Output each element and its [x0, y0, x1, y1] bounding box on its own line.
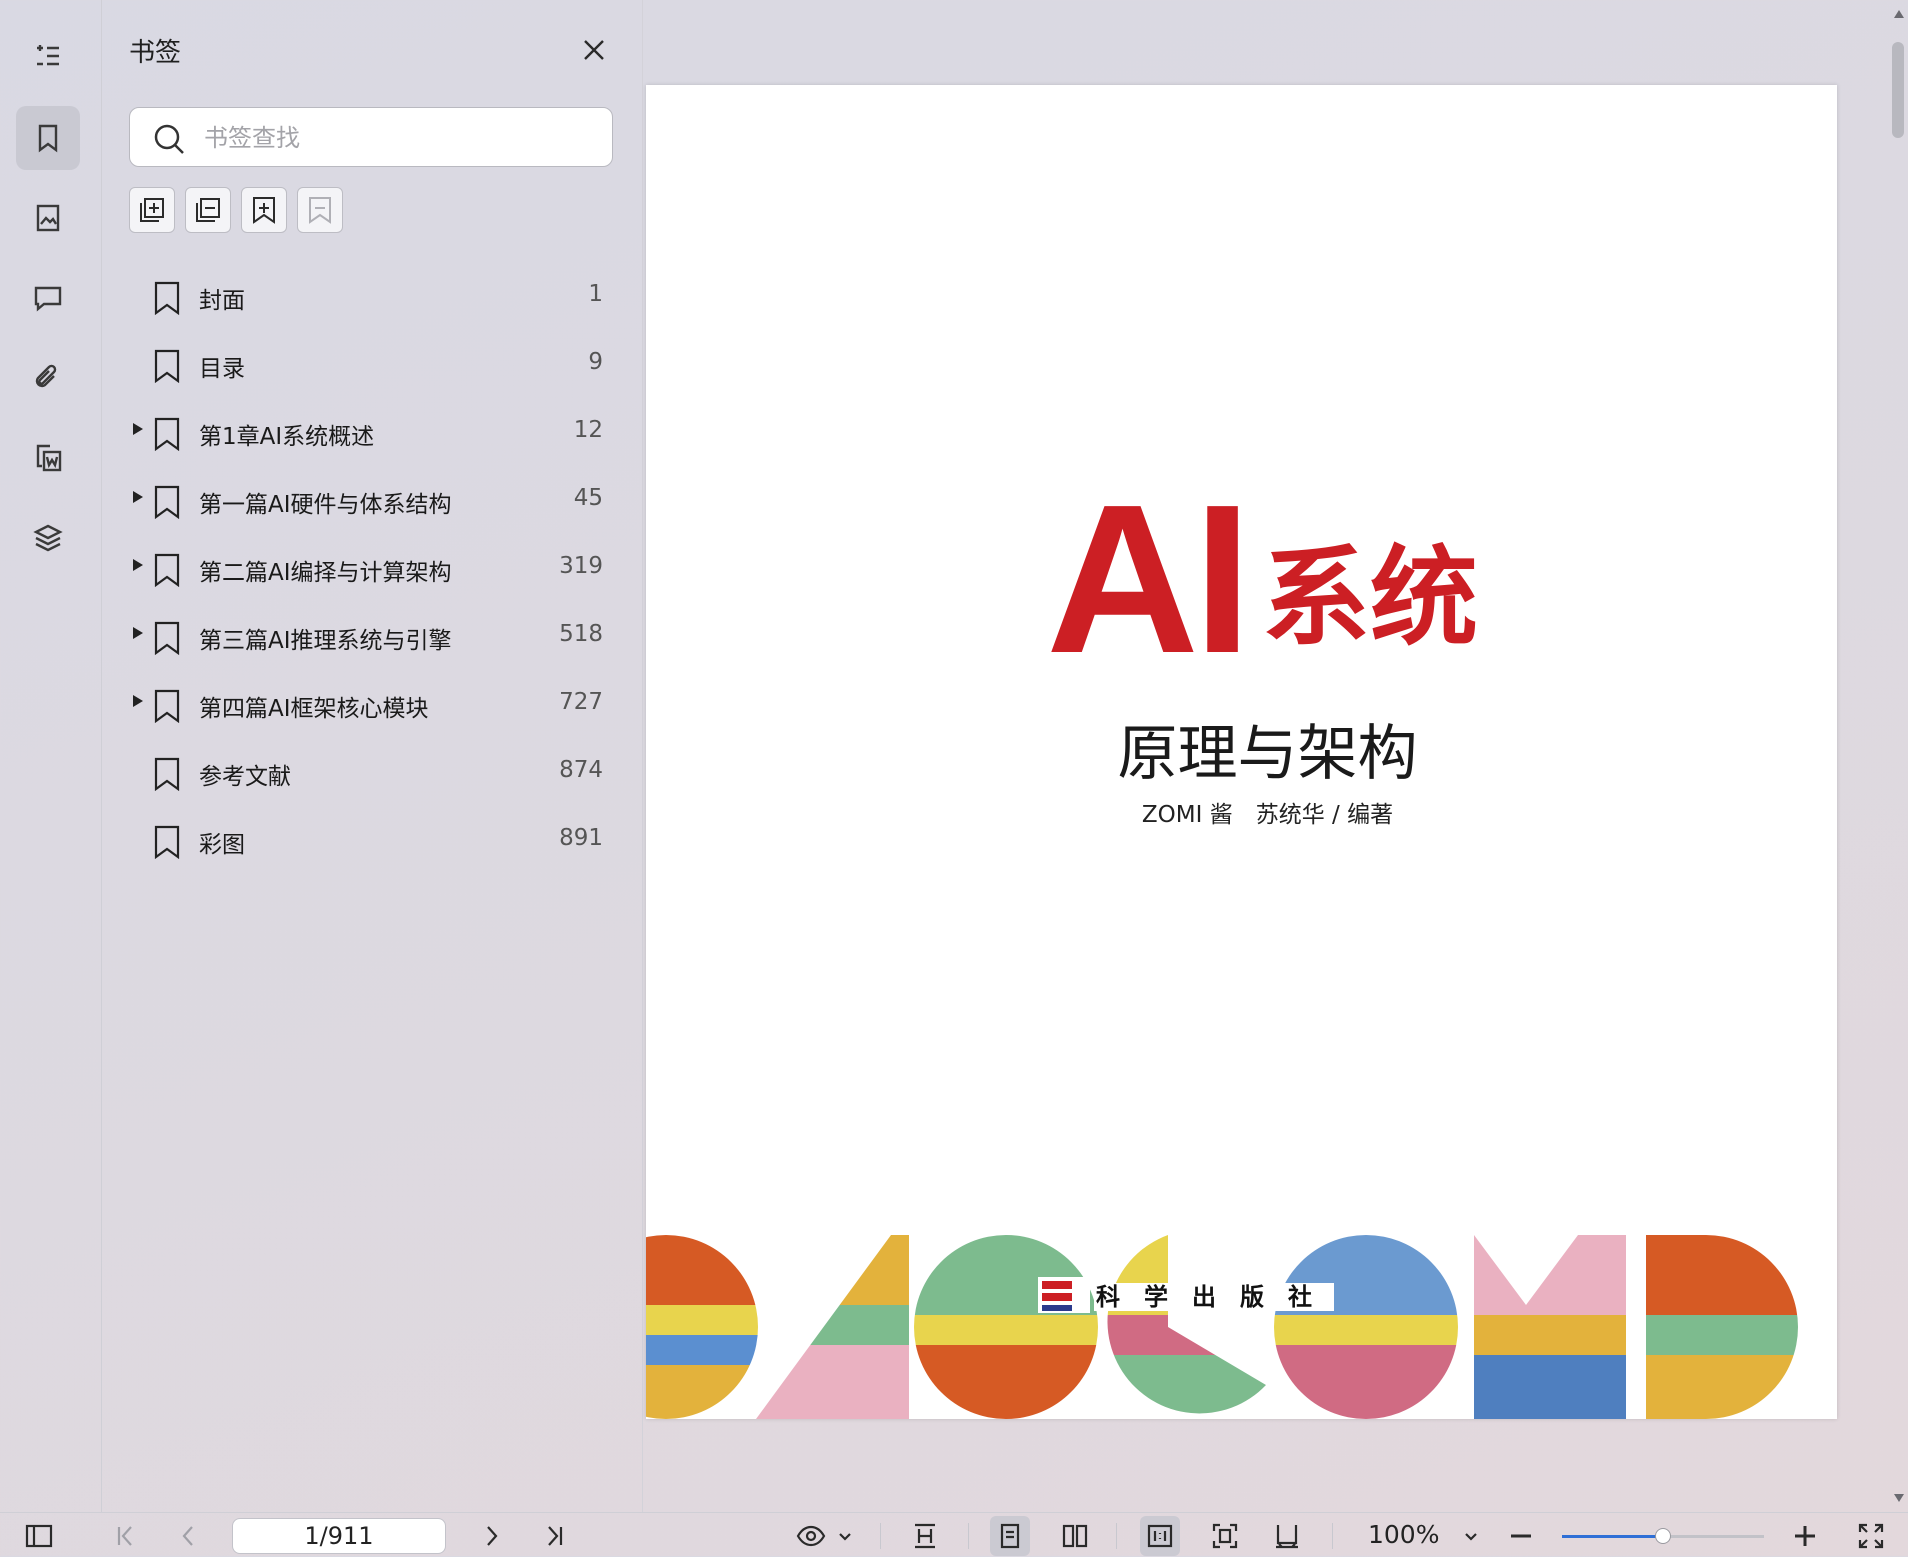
bookmark-item-icon — [153, 417, 181, 452]
expand-arrow-icon[interactable] — [133, 695, 143, 707]
bookmark-item[interactable]: 封面 1 — [129, 269, 615, 325]
single-page-icon[interactable] — [990, 1516, 1030, 1556]
bookmark-page-number: 12 — [573, 417, 603, 443]
scroll-up-icon[interactable] — [1894, 10, 1904, 18]
sidebar-toggle-icon[interactable] — [24, 1521, 54, 1551]
bookmark-label: 第四篇AI框架核心模块 — [199, 696, 429, 722]
fullscreen-icon[interactable] — [1856, 1521, 1886, 1551]
expand-arrow-icon[interactable] — [133, 627, 143, 639]
panel-title: 书签 — [129, 38, 182, 68]
pdf-page[interactable]: AI 系统 原理与架构 ZOMI 酱 苏统华 / 编著 科 学 出 版 社 — [646, 85, 1837, 1419]
bookmark-label: 彩图 — [199, 832, 245, 858]
vertical-scrollbar[interactable] — [1888, 0, 1908, 1512]
cover-subtitle: 原理与架构 — [1117, 719, 1418, 789]
collapse-all-icon — [196, 198, 220, 222]
zoom-in-icon[interactable] — [1790, 1521, 1820, 1551]
bookmark-item[interactable]: 第二篇AI编择与计算架构 319 — [129, 541, 615, 597]
bookmark-item-icon — [153, 825, 181, 860]
expand-all-icon — [140, 198, 164, 222]
collapse-all-button[interactable] — [185, 187, 231, 233]
bookmark-label: 第一篇AI硬件与体系结构 — [199, 492, 452, 518]
expand-arrow-icon[interactable] — [133, 491, 143, 503]
last-page-icon[interactable] — [540, 1521, 570, 1551]
bookmark-item[interactable]: 彩图 891 — [129, 813, 615, 869]
search-icon — [154, 124, 184, 154]
bookmark-item-icon — [153, 485, 181, 520]
zoom-slider[interactable] — [1562, 1528, 1764, 1544]
bookmark-page-number: 319 — [559, 553, 603, 579]
expand-all-button[interactable] — [129, 187, 175, 233]
bookmark-label: 目录 — [199, 356, 245, 382]
bookmark-page-number: 874 — [559, 757, 603, 783]
continuous-scroll-icon[interactable] — [910, 1521, 940, 1551]
layers-icon[interactable] — [16, 506, 80, 570]
bottom-toolbar: 1/911 100% — [0, 1512, 1908, 1557]
bookmark-page-number: 45 — [573, 485, 603, 511]
bookmark-page-number: 727 — [559, 689, 603, 715]
cover-authors: ZOMI 酱 苏统华 / 编著 — [1141, 802, 1394, 828]
comment-icon[interactable] — [16, 266, 80, 330]
zoom-level[interactable]: 100% — [1368, 1520, 1439, 1549]
left-rail — [0, 0, 102, 1512]
view-mode-dropdown-icon[interactable] — [830, 1521, 851, 1551]
bookmark-item-icon — [153, 689, 181, 724]
outline-icon[interactable] — [16, 24, 80, 88]
bookmark-page-number: 518 — [559, 621, 603, 647]
two-page-icon[interactable] — [1060, 1521, 1090, 1551]
bookmark-item[interactable]: 第三篇AI推理系统与引擎 518 — [129, 609, 615, 665]
fit-width-icon[interactable] — [1272, 1521, 1302, 1551]
scroll-down-icon[interactable] — [1894, 1494, 1904, 1502]
bookmark-item-icon — [153, 621, 181, 656]
bookmark-label: 封面 — [199, 288, 245, 314]
zoom-slider-knob[interactable] — [1655, 1528, 1671, 1544]
attachment-icon[interactable] — [16, 346, 80, 410]
bookmark-search[interactable] — [129, 107, 613, 167]
prev-page-icon[interactable] — [174, 1521, 204, 1551]
expand-arrow-icon[interactable] — [133, 559, 143, 571]
bookmark-page-number: 891 — [559, 825, 603, 851]
bookmark-item-icon — [153, 349, 181, 384]
page-number-input[interactable]: 1/911 — [232, 1518, 446, 1554]
bookmark-item[interactable]: 第1章AI系统概述 12 — [129, 405, 615, 461]
delete-bookmark-icon — [309, 197, 331, 224]
bookmark-page-number: 9 — [588, 349, 603, 375]
bookmark-icon[interactable] — [16, 106, 80, 170]
bookmark-item[interactable]: 第四篇AI框架核心模块 727 — [129, 677, 615, 733]
bookmark-label: 第1章AI系统概述 — [199, 424, 375, 450]
bookmark-label: 第三篇AI推理系统与引擎 — [199, 628, 452, 654]
bookmark-panel: 书签 封面 1 目录 9 第1章AI系统概述 12 第一篇AI硬件与体系结构 45 第二篇AI编… — [102, 0, 643, 1512]
expand-arrow-icon[interactable] — [133, 423, 143, 435]
bookmark-label: 参考文献 — [199, 764, 291, 790]
thumbnail-icon[interactable] — [16, 186, 80, 250]
add-bookmark-icon — [253, 197, 275, 224]
first-page-icon[interactable] — [110, 1521, 140, 1551]
eye-icon[interactable] — [796, 1521, 826, 1551]
scroll-thumb[interactable] — [1892, 42, 1904, 138]
bookmark-item-icon — [153, 553, 181, 588]
delete-bookmark-button[interactable] — [297, 187, 343, 233]
close-icon[interactable] — [578, 34, 610, 66]
fit-page-icon[interactable] — [1210, 1521, 1240, 1551]
bookmark-item[interactable]: 目录 9 — [129, 337, 615, 393]
zoom-dropdown-icon[interactable] — [1456, 1521, 1477, 1551]
bookmark-item-icon — [153, 757, 181, 792]
zoom-out-icon[interactable] — [1506, 1521, 1536, 1551]
signature-icon[interactable] — [16, 426, 80, 490]
cover-title-cjk: 系统 — [1262, 536, 1479, 661]
publisher-name: 科 学 出 版 社 — [1096, 1282, 1312, 1311]
next-page-icon[interactable] — [476, 1521, 506, 1551]
bookmark-item-icon — [153, 281, 181, 316]
add-bookmark-button[interactable] — [241, 187, 287, 233]
bookmark-label: 第二篇AI编择与计算架构 — [199, 560, 452, 586]
bookmark-item[interactable]: 第一篇AI硬件与体系结构 45 — [129, 473, 615, 529]
cover-title-latin: AI — [1046, 460, 1252, 697]
bookmark-item[interactable]: 参考文献 874 — [129, 745, 615, 801]
cover-artwork: 科 学 出 版 社 — [646, 1235, 1798, 1419]
bookmark-page-number: 1 — [588, 281, 603, 307]
actual-size-icon[interactable] — [1140, 1516, 1180, 1556]
bookmark-search-input[interactable] — [202, 120, 596, 156]
